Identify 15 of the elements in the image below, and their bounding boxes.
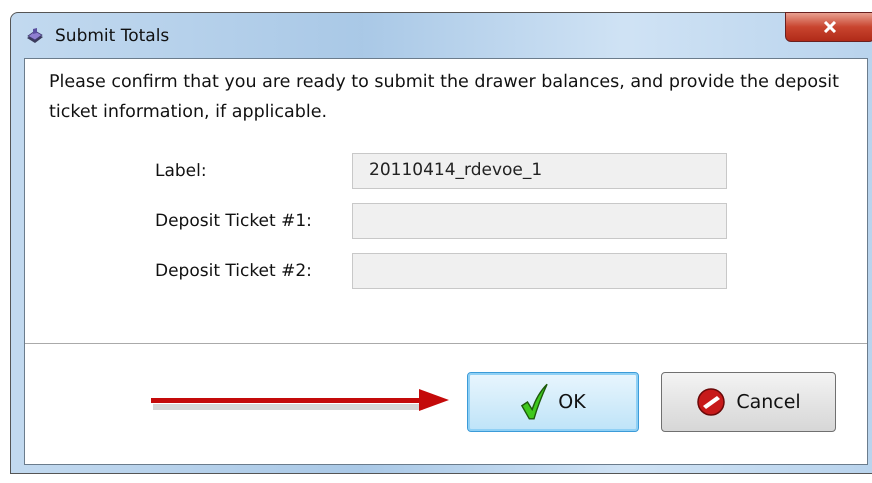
input-field[interactable] <box>352 253 727 289</box>
field-label: Label: <box>155 161 208 181</box>
app-icon <box>25 26 45 44</box>
window-title: Submit Totals <box>55 26 170 46</box>
field-label: Deposit Ticket #1: <box>155 211 313 231</box>
dialog-button[interactable]: Cancel <box>661 372 836 432</box>
cancel-icon <box>696 387 726 417</box>
close-icon <box>823 21 837 33</box>
checkmark-icon <box>520 383 548 421</box>
field-label: Deposit Ticket #2: <box>155 261 313 281</box>
message-text: Please confirm that you are ready to submit the drawer balances, and provide the deposit ticket information, if applicable. <box>49 71 839 124</box>
dialog-button[interactable]: OK <box>467 372 639 432</box>
close-button[interactable] <box>785 12 872 42</box>
input-field[interactable] <box>352 203 727 239</box>
input-field[interactable]: 20110414_rdevoe_1 <box>352 153 727 189</box>
